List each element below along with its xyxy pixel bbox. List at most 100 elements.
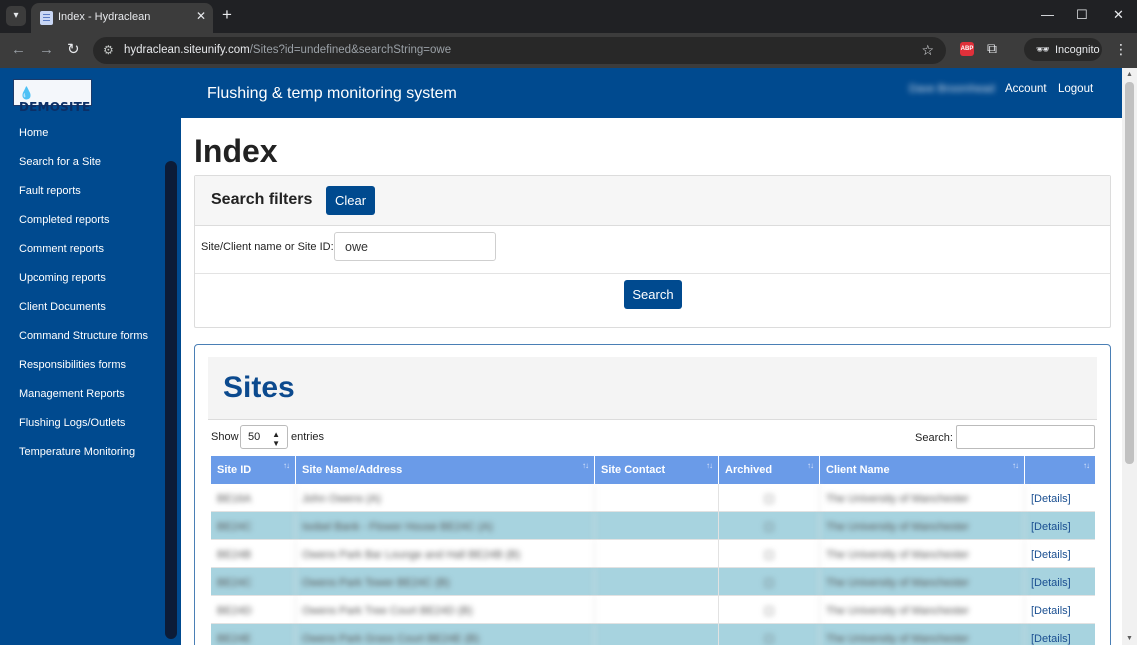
table-row: BE24E Owens Park Grass Court BE24E (B) ☐… [211,624,1095,645]
site-logo[interactable]: 💧DEMOSITE [13,79,92,114]
browser-tab-bar: ▾ Index - Hydraclean ✕ + — ☐ ✕ [0,0,1137,33]
page-scrollbar[interactable]: ▲ ▼ [1122,68,1137,645]
cell-site-id: BE24B [211,540,296,568]
sort-icon: ↑↓ [1012,461,1019,470]
details-link[interactable]: [Details] [1025,512,1095,540]
cell-site-name: Owens Park Grass Court BE24E (B) [296,624,595,645]
cell-archived-checkbox: ☐ [719,484,820,512]
cell-client-name: The University of Manchester [820,568,1025,596]
filters-divider [195,273,1110,274]
sidebar-item-completed-reports[interactable]: Completed reports [19,214,110,226]
sidebar-item-home[interactable]: Home [19,127,48,139]
cell-site-id: BE24C [211,568,296,596]
details-link[interactable]: [Details] [1025,568,1095,596]
app-title: Flushing & temp monitoring system [207,85,457,102]
site-search-label: Site/Client name or Site ID: [201,241,334,253]
extensions-icon[interactable]: ⧉ [987,40,997,57]
maximize-icon[interactable]: ☐ [1076,8,1088,22]
address-bar[interactable]: ⚙ hydraclean.siteunify.com/Sites?id=unde… [93,37,946,64]
table-row: BE16A John Owens (A) ☐ The University of… [211,484,1095,512]
url-text[interactable]: hydraclean.siteunify.com/Sites?id=undefi… [124,44,451,56]
new-tab-icon[interactable]: + [222,6,232,24]
cell-site-contact [595,512,719,540]
tab-search-icon[interactable]: ▾ [6,6,26,26]
back-icon[interactable]: ← [11,41,26,59]
minimize-icon[interactable]: — [1041,8,1054,22]
cell-archived-checkbox: ☐ [719,540,820,568]
window-close-icon[interactable]: ✕ [1113,8,1124,22]
adblock-extension-icon[interactable]: ABP [960,42,974,56]
sidebar-item-command-structure-forms[interactable]: Command Structure forms [19,330,148,342]
incognito-badge[interactable]: 🕶 Incognito [1024,38,1102,61]
sort-icon: ↑↓ [283,461,290,470]
cell-site-name: Owens Park Tower BE24C (B) [296,568,595,596]
page-favicon-icon [40,11,53,25]
site-search-input[interactable]: owe [334,232,496,261]
scroll-up-icon[interactable]: ▲ [1126,71,1133,78]
details-link[interactable]: [Details] [1025,484,1095,512]
tab-title: Index - Hydraclean [58,11,151,23]
cell-site-name: Owens Park Bar Lounge and Hall BE24B (B) [296,540,595,568]
account-link[interactable]: Account [1005,83,1047,95]
cell-archived-checkbox: ☐ [719,624,820,645]
browser-menu-icon[interactable]: ⋮ [1114,41,1128,58]
sidebar-item-flushing-logs-outlets[interactable]: Flushing Logs/Outlets [19,417,125,429]
column-header-site-contact[interactable]: Site Contact ↑↓ [595,456,719,484]
sidebar-scrollbar[interactable] [165,161,177,639]
scroll-down-icon[interactable]: ▼ [1126,635,1133,642]
table-search-input[interactable] [956,425,1095,449]
sites-title: Sites [223,371,295,404]
sidebar-item-upcoming-reports[interactable]: Upcoming reports [19,272,106,284]
sidebar-item-temperature-monitoring[interactable]: Temperature Monitoring [19,446,135,458]
entries-label: entries [291,431,325,443]
cell-site-name: Owens Park Tree Court BE24D (B) [296,596,595,624]
sort-icon: ↑↓ [582,461,589,470]
cell-site-id: BE24E [211,624,296,645]
table-header: Site ID ↑↓ Site Name/Address ↑↓ Site Conta… [211,456,1095,484]
sidebar-item-search-for-a-site[interactable]: Search for a Site [19,156,101,168]
cell-archived-checkbox: ☐ [719,596,820,624]
column-header-actions[interactable]: ↑↓ [1025,456,1095,484]
cell-site-name: John Owens (A) [296,484,595,512]
column-header-client-name[interactable]: Client Name ↑↓ [820,456,1025,484]
sidebar: Home Search for a Site Fault reports Com… [0,118,181,645]
search-button[interactable]: Search [624,280,682,309]
site-info-icon[interactable]: ⚙ [103,43,114,57]
cell-client-name: The University of Manchester [820,512,1025,540]
site-header: 💧DEMOSITE Flushing & temp monitoring sys… [0,68,1122,118]
sidebar-item-fault-reports[interactable]: Fault reports [19,185,81,197]
sidebar-item-client-documents[interactable]: Client Documents [19,301,106,313]
page-title: Index [194,133,278,169]
cell-site-id: BE24C [211,512,296,540]
reload-icon[interactable]: ↻ [67,41,80,59]
bookmark-star-icon[interactable]: ☆ [921,42,934,59]
table-row: BE24C Isobel Bank - Flower House BE24C (… [211,512,1095,540]
entries-select-value: 50 [248,431,261,443]
column-header-site-id[interactable]: Site ID ↑↓ [211,456,296,484]
clear-button[interactable]: Clear [326,186,375,215]
tab-close-icon[interactable]: ✕ [196,9,206,23]
details-link[interactable]: [Details] [1025,596,1095,624]
browser-tab[interactable]: Index - Hydraclean ✕ [31,3,213,33]
cell-client-name: The University of Manchester [820,484,1025,512]
table-row: BE24D Owens Park Tree Court BE24D (B) ☐ … [211,596,1095,624]
sidebar-item-management-reports[interactable]: Management Reports [19,388,125,400]
logout-link[interactable]: Logout [1058,83,1093,95]
search-filters-panel: Search filters Clear Site/Client name or… [194,175,1111,328]
entries-select[interactable]: 50 ▲ ▼ [240,425,288,449]
column-header-site-name[interactable]: Site Name/Address ↑↓ [296,456,595,484]
cell-site-contact [595,484,719,512]
details-link[interactable]: [Details] [1025,624,1095,645]
sidebar-item-comment-reports[interactable]: Comment reports [19,243,104,255]
details-link[interactable]: [Details] [1025,540,1095,568]
incognito-icon: 🕶 [1036,44,1050,56]
column-header-archived[interactable]: Archived ↑↓ [719,456,820,484]
user-name: Dave Broomhead [909,83,995,95]
sites-panel: Sites Show 50 ▲ ▼ entries Search: Site ID… [194,344,1111,645]
page-scroll-thumb[interactable] [1125,82,1134,464]
sites-header: Sites [208,357,1097,420]
sort-icon: ↑↓ [1083,461,1090,470]
logo-text: 💧DEMOSITE [19,86,91,114]
sidebar-item-responsibilities-forms[interactable]: Responsibilities forms [19,359,126,371]
forward-icon[interactable]: → [39,41,54,59]
